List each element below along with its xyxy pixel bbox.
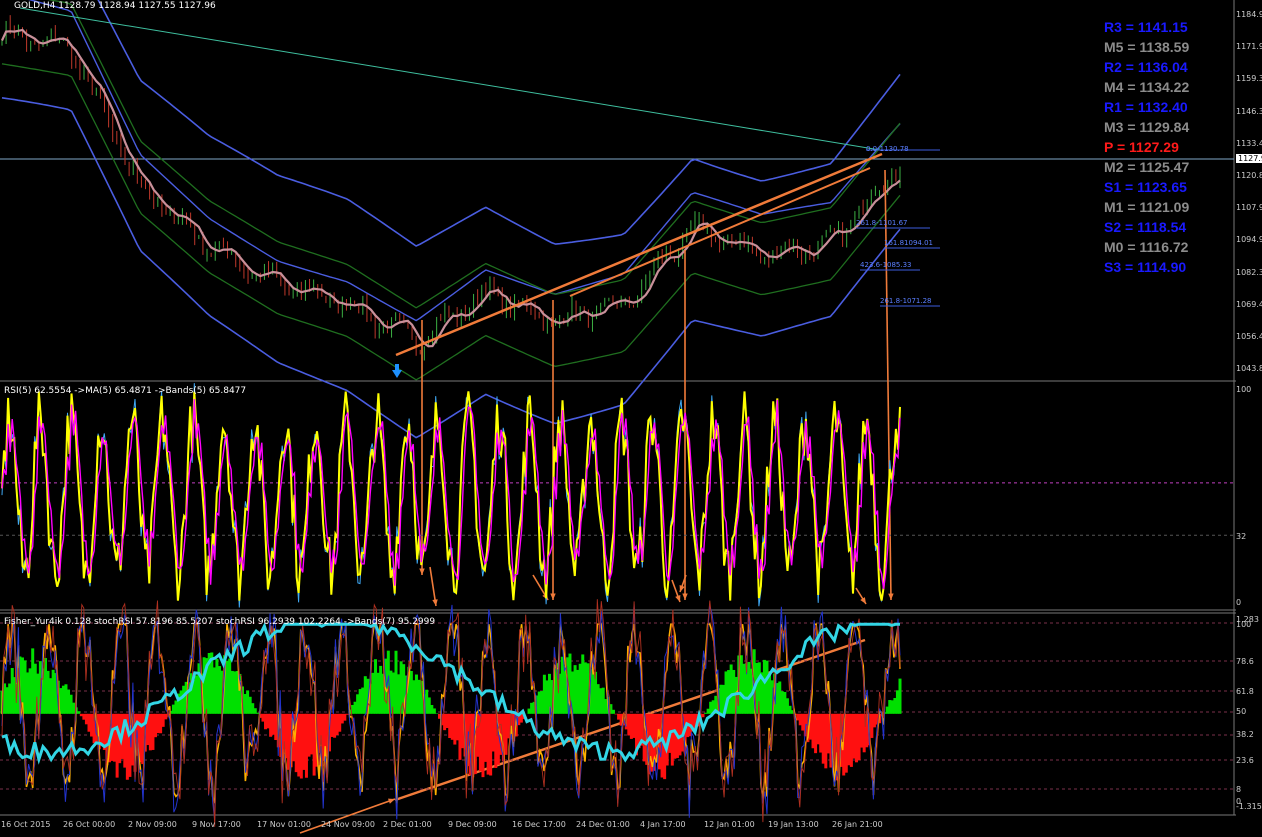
fib-label: 261.8-1071.28 (880, 297, 932, 305)
pivot-level: R1 = 1132.40 (1104, 99, 1188, 115)
time-tick: 16 Dec 17:00 (512, 820, 566, 829)
time-tick: 26 Oct 00:00 (63, 820, 116, 829)
price-tick: 1107.9 (1236, 203, 1262, 213)
bollinger-upper (47, 0, 901, 309)
pivot-level: R3 = 1141.15 (1104, 19, 1188, 35)
fisher-tick: 50 (1236, 707, 1247, 716)
trend-channel-line (569, 167, 871, 297)
pivot-level: M5 = 1138.59 (1104, 39, 1190, 55)
pivot-level: M0 = 1116.72 (1104, 239, 1189, 255)
fib-label: 423.6-1085.33 (860, 261, 912, 269)
fisher-trend-arrow-head (388, 798, 395, 804)
fisher-title: Fisher_Yur4ik 0.128 stochRSI 57.8196 85.… (4, 617, 436, 627)
price-tick: 1094.9 (1236, 235, 1262, 245)
time-tick: 4 Jan 17:00 (640, 820, 686, 829)
time-tick: 17 Nov 01:00 (257, 820, 311, 829)
divergence-arrow-head (888, 593, 894, 600)
rsi-title: RSI(5) 62.5554 ->MA(5) 65.4871 ->Bands(5… (4, 386, 247, 396)
mid-envelope (27, 0, 901, 322)
price-tick: 1133.4 (1236, 138, 1262, 148)
price-tick: 1146.3 (1236, 106, 1262, 116)
price-tick: 1171.9 (1236, 42, 1262, 52)
price-tick: 1056.4 (1236, 332, 1262, 341)
divergence-arrow-head (679, 585, 685, 592)
price-tick: 1082.3 (1236, 267, 1262, 277)
rsi-tick: 0 (1236, 598, 1242, 607)
long-trend-line (19, 7, 881, 151)
fisher-tick: 100 (1236, 620, 1252, 629)
price-tick: 1069.4 (1236, 299, 1262, 309)
time-tick: 12 Jan 01:00 (704, 820, 755, 829)
fib-label: 261.8-1101.67 (856, 219, 908, 227)
fisher-tick: 61.8 (1236, 687, 1254, 696)
fisher-tick: 78.6 (1236, 657, 1254, 666)
divergence-arrow-head (419, 568, 425, 575)
divergence-arrow-head (550, 593, 556, 600)
pivot-level: R2 = 1136.04 (1104, 59, 1188, 75)
fisher-tick: 38.2 (1236, 730, 1254, 739)
pivot-level: M4 = 1134.22 (1104, 79, 1190, 95)
current-price: 1127.9 (1236, 154, 1262, 163)
divergence-arrow-head (675, 595, 681, 602)
price-tick: 1184.9 (1236, 10, 1262, 19)
pivot-level: S1 = 1123.65 (1104, 179, 1187, 195)
divergence-arrow-head (432, 599, 438, 606)
rsi-tick: 32 (1236, 532, 1247, 541)
price-tick: 1120.8 (1236, 171, 1262, 180)
fisher-tick: -1.315 (1236, 802, 1262, 811)
time-tick: 24 Nov 09:00 (321, 820, 375, 829)
time-tick: 19 Jan 13:00 (768, 820, 819, 829)
time-tick: 9 Nov 17:00 (192, 820, 241, 829)
fisher-tick: 8 (1236, 785, 1242, 794)
pivot-level: M2 = 1125.47 (1104, 159, 1190, 175)
chart-canvas (0, 0, 1236, 834)
fib-label: 0.0-1130.78 (866, 145, 909, 153)
pivot-level: P = 1127.29 (1104, 139, 1179, 155)
price-tick: 1159.3 (1236, 74, 1262, 84)
fib-label: 161.81094.01 (884, 239, 933, 247)
time-tick: 9 Dec 09:00 (448, 820, 497, 829)
time-tick: 2 Dec 01:00 (383, 820, 432, 829)
time-tick: 2 Nov 09:00 (128, 820, 177, 829)
pivot-level: M3 = 1129.84 (1104, 119, 1190, 135)
rsi-tick: 100 (1236, 385, 1252, 394)
time-tick: 24 Dec 01:00 (576, 820, 630, 829)
time-tick: 16 Oct 2015 (1, 820, 51, 829)
divergence-arrow-head (682, 593, 688, 600)
price-tick: 1043.8 (1236, 364, 1262, 374)
trend-channel-line (395, 152, 883, 357)
moving-average-line (1, 28, 901, 348)
symbol-info: GOLD,H4 1128.79 1128.94 1127.55 1127.96 (14, 1, 216, 11)
time-tick: 26 Jan 21:00 (832, 820, 883, 829)
upper-envelope (97, 0, 901, 247)
pivot-level: M1 = 1121.09 (1104, 199, 1190, 215)
pivot-level: S3 = 1114.90 (1104, 259, 1187, 275)
fisher-tick: 23.6 (1236, 756, 1254, 765)
pivot-level: S2 = 1118.54 (1104, 219, 1187, 235)
